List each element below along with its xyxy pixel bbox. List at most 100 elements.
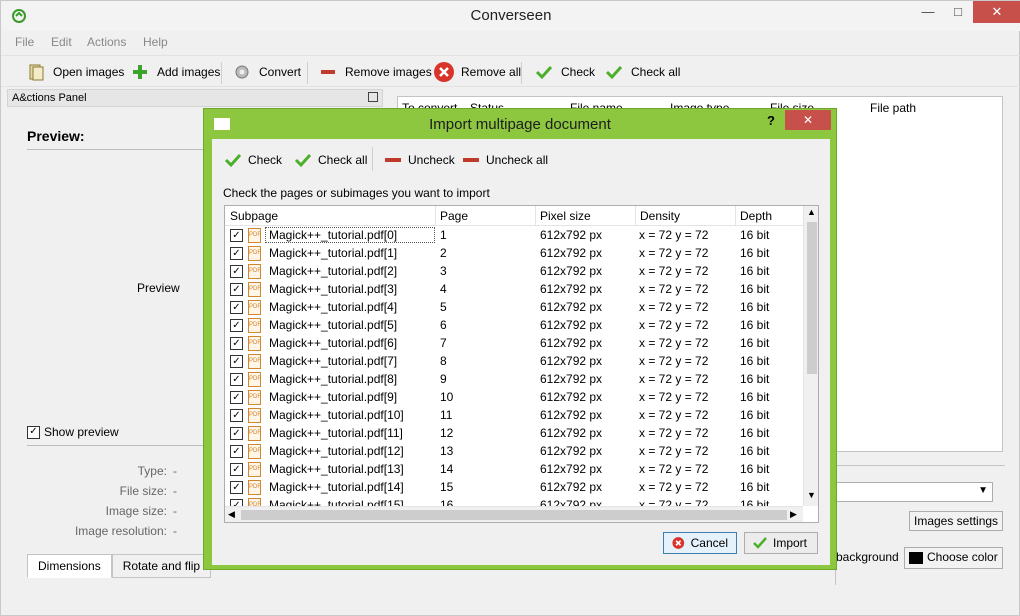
maximize-button[interactable]: □ [943, 1, 973, 23]
table-row[interactable]: ✓ PDF Magick++_tutorial.pdf[8] 9 612x792 px x… [225, 370, 803, 388]
table-row[interactable]: ✓ PDF Magick++_tutorial.pdf[2] 3 612x792 px x… [225, 262, 803, 280]
dialog-uncheck-button[interactable]: Uncheck [384, 149, 455, 171]
table-row[interactable]: ✓ PDF Magick++_tutorial.pdf[6] 7 612x792 px x… [225, 334, 803, 352]
cell-depth: 16 bit [740, 480, 770, 494]
cell-density: x = 72 y = 72 [639, 336, 709, 350]
dialog-close-button[interactable]: ✕ [785, 110, 831, 130]
cell-pixel-size: 612x792 px [540, 390, 603, 404]
close-button[interactable]: ✕ [973, 1, 1020, 23]
pdf-file-icon: PDF [248, 336, 261, 351]
menu-help[interactable]: Help [143, 35, 168, 49]
choose-color-button[interactable]: Choose color [904, 547, 1003, 569]
dialog-check-all-button[interactable]: Check all [294, 149, 367, 171]
menu-actions[interactable]: Actions [87, 35, 126, 49]
remove-images-button[interactable]: Remove images [317, 60, 432, 84]
scroll-left-icon[interactable]: ◀ [228, 509, 235, 520]
menu-edit[interactable]: Edit [51, 35, 72, 49]
check-button[interactable]: Check [533, 60, 595, 84]
column-header-subpage[interactable]: Subpage [230, 209, 278, 223]
column-header-page[interactable]: Page [440, 209, 468, 223]
cell-density: x = 72 y = 72 [639, 372, 709, 386]
table-row[interactable]: ✓ PDF Magick++_tutorial.pdf[14] 15 612x792 p… [225, 478, 803, 496]
check-icon [753, 537, 767, 549]
images-settings-button[interactable]: Images settings [909, 511, 1004, 531]
row-checkbox[interactable]: ✓ [230, 373, 243, 386]
table-row[interactable]: ✓ PDF Magick++_tutorial.pdf[9] 10 612x792 px… [225, 388, 803, 406]
scroll-thumb[interactable] [807, 222, 817, 374]
table-row[interactable]: ✓ PDF Magick++_tutorial.pdf[11] 12 612x792 p… [225, 424, 803, 442]
check-label: Check [248, 153, 283, 167]
table-row[interactable]: ✓ PDF Magick++_tutorial.pdf[5] 6 612x792 px x… [225, 316, 803, 334]
table-row[interactable]: ✓ PDF Magick++_tutorial.pdf[3] 4 612x792 px x… [225, 280, 803, 298]
column-divider[interactable] [735, 206, 736, 226]
pdf-file-icon: PDF [248, 444, 261, 459]
menu-file[interactable]: File [15, 35, 34, 49]
row-checkbox[interactable]: ✓ [230, 445, 243, 458]
undock-icon[interactable] [368, 92, 378, 102]
column-header-depth[interactable]: Depth [740, 209, 772, 223]
table-row[interactable]: ✓ PDF Magick++_tutorial.pdf[13] 14 612x792 p… [225, 460, 803, 478]
row-checkbox[interactable]: ✓ [230, 355, 243, 368]
row-checkbox[interactable]: ✓ [230, 283, 243, 296]
cancel-button[interactable]: Cancel [663, 532, 737, 554]
row-checkbox[interactable]: ✓ [230, 409, 243, 422]
pdf-file-icon: PDF [248, 480, 261, 495]
open-images-button[interactable]: Open images [25, 60, 124, 84]
cell-subpage: Magick++_tutorial.pdf[11] [269, 426, 403, 440]
table-row[interactable]: ✓ PDF Magick++_tutorial.pdf[7] 8 612x792 px x… [225, 352, 803, 370]
row-checkbox[interactable]: ✓ [230, 337, 243, 350]
table-row[interactable]: ✓ PDF Magick++_tutorial.pdf[15] 16 612x792 p… [225, 496, 803, 506]
table-header: Subpage Page Pixel size Density Depth [225, 206, 803, 226]
cell-depth: 16 bit [740, 300, 770, 314]
row-checkbox[interactable]: ✓ [230, 463, 243, 476]
column-divider[interactable] [635, 206, 636, 226]
check-all-button[interactable]: Check all [603, 60, 680, 84]
column-divider[interactable] [535, 206, 536, 226]
cell-density: x = 72 y = 72 [639, 444, 709, 458]
row-checkbox[interactable]: ✓ [230, 265, 243, 278]
cell-page: 6 [440, 318, 447, 332]
add-images-button[interactable]: Add images [129, 60, 220, 84]
row-checkbox[interactable]: ✓ [230, 319, 243, 332]
subpage-table[interactable]: Subpage Page Pixel size Density Depth ✓ P… [224, 205, 819, 523]
tab-dimensions[interactable]: Dimensions [27, 554, 112, 578]
vertical-scrollbar[interactable]: ▲ ▼ [803, 206, 818, 506]
table-row[interactable]: ✓ PDF Magick++_tutorial.pdf[4] 5 612x792 px x… [225, 298, 803, 316]
horizontal-scrollbar[interactable]: ◀ ▶ [225, 506, 803, 522]
table-row[interactable]: ✓ PDF Magick++_tutorial.pdf[10] 11 612x792 p… [225, 406, 803, 424]
remove-all-button[interactable]: Remove all [433, 60, 521, 84]
cell-density: x = 72 y = 72 [639, 228, 709, 242]
scroll-right-icon[interactable]: ▶ [790, 509, 797, 520]
info-file-size: File size: - [37, 484, 187, 498]
row-checkbox[interactable]: ✓ [230, 391, 243, 404]
scroll-up-icon[interactable]: ▲ [807, 207, 816, 217]
column-header[interactable]: File path [870, 101, 916, 115]
cell-pixel-size: 612x792 px [540, 336, 603, 350]
minimize-button[interactable]: — [913, 1, 943, 23]
cancel-label: Cancel [690, 536, 728, 550]
row-checkbox[interactable]: ✓ [230, 427, 243, 440]
import-button[interactable]: Import [744, 532, 818, 554]
format-dropdown[interactable]: ▼ [835, 482, 993, 502]
dialog-check-button[interactable]: Check [224, 149, 282, 171]
add-icon [129, 61, 151, 83]
table-body: ✓ PDF Magick++_tutorial.pdf[0] 1 612x792 px x… [225, 226, 803, 506]
row-checkbox[interactable]: ✓ [230, 247, 243, 260]
tab-rotate-and-flip[interactable]: Rotate and flip [111, 554, 212, 578]
row-checkbox[interactable]: ✓ [230, 229, 243, 242]
scroll-thumb[interactable] [241, 510, 787, 520]
row-checkbox[interactable]: ✓ [230, 499, 243, 506]
show-preview-checkbox[interactable]: ✓ Show preview [27, 425, 119, 439]
scroll-down-icon[interactable]: ▼ [807, 490, 816, 500]
table-row[interactable]: ✓ PDF Magick++_tutorial.pdf[1] 2 612x792 px x… [225, 244, 803, 262]
dialog-uncheck-all-button[interactable]: Uncheck all [462, 149, 548, 171]
table-row[interactable]: ✓ PDF Magick++_tutorial.pdf[12] 13 612x792 p… [225, 442, 803, 460]
help-button[interactable]: ? [767, 113, 775, 128]
column-header-pixel-size[interactable]: Pixel size [540, 209, 591, 223]
column-header-density[interactable]: Density [640, 209, 680, 223]
row-checkbox[interactable]: ✓ [230, 481, 243, 494]
column-divider[interactable] [435, 206, 436, 226]
convert-button[interactable]: Convert [231, 60, 301, 84]
row-checkbox[interactable]: ✓ [230, 301, 243, 314]
table-row[interactable]: ✓ PDF Magick++_tutorial.pdf[0] 1 612x792 px x… [225, 226, 803, 244]
